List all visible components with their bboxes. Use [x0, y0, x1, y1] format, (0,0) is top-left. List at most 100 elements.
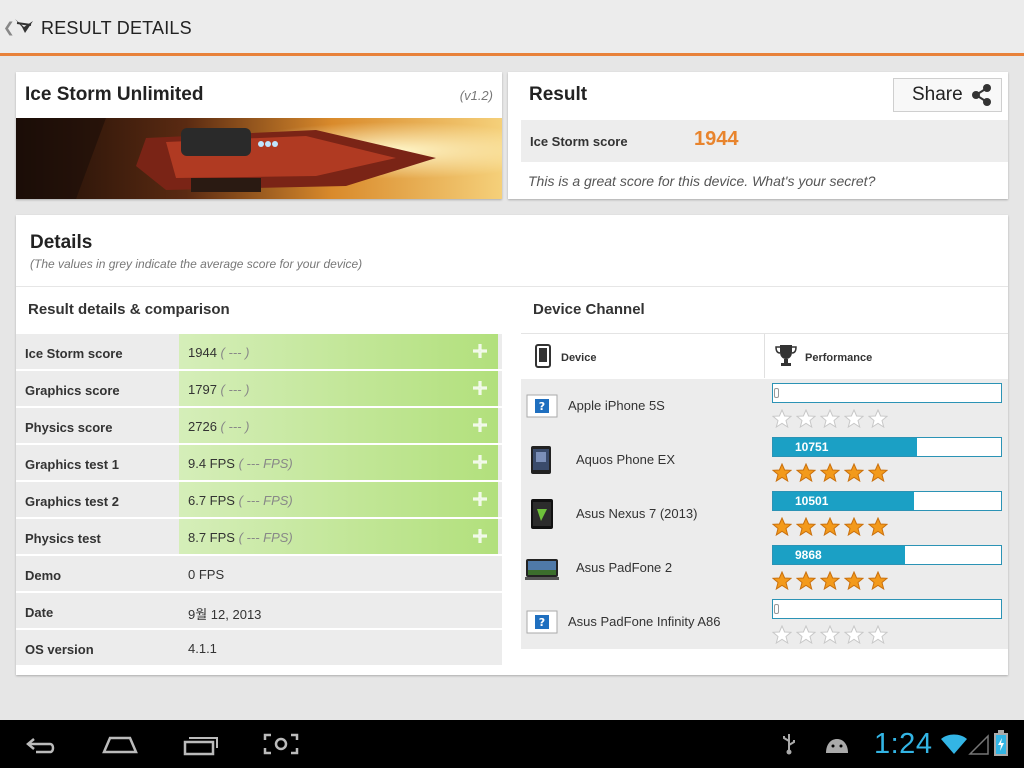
score-text: 8.7 FPS [188, 530, 235, 545]
expand-plus-icon[interactable] [471, 342, 489, 360]
device-row[interactable]: Asus Nexus 7 (2013) 10501 [521, 487, 1008, 541]
back-icon[interactable] [20, 730, 60, 758]
score-label: Ice Storm score [530, 134, 628, 149]
result-detail-row[interactable]: Graphics test 1 9.4 FPS ( --- FPS) [16, 445, 502, 482]
expand-plus-icon[interactable] [471, 527, 489, 545]
star-filled-icon [796, 463, 816, 483]
star-empty-icon [796, 409, 816, 429]
star-empty-icon [772, 625, 792, 645]
result-message: This is a great score for this device. W… [528, 173, 876, 189]
row-value: 9월 12, 2013 [188, 604, 261, 623]
star-rating [772, 517, 892, 537]
row-value-cell: 1797 ( --- ) [179, 371, 498, 406]
average-score: ( --- FPS) [238, 530, 293, 545]
result-detail-row[interactable]: Physics test 8.7 FPS ( --- FPS) [16, 519, 502, 556]
signal-icon [968, 734, 989, 755]
star-empty-icon [796, 625, 816, 645]
row-label: Ice Storm score [25, 346, 123, 361]
expand-plus-icon[interactable] [471, 416, 489, 434]
star-filled-icon [868, 571, 888, 591]
score-text: 1944 [188, 345, 217, 360]
star-filled-icon [820, 571, 840, 591]
star-filled-icon [772, 517, 792, 537]
empty-bar-marker [774, 604, 779, 614]
star-empty-icon [820, 625, 840, 645]
row-value-cell: 1944 ( --- ) [179, 334, 498, 369]
device-row[interactable]: ? Apple iPhone 5S [521, 379, 1008, 433]
wifi-icon [941, 734, 967, 754]
unknown-device-icon: ? [526, 394, 558, 418]
share-button[interactable]: Share [893, 78, 1002, 112]
star-filled-icon [844, 463, 864, 483]
row-label: Physics test [25, 531, 101, 546]
row-label: OS version [25, 642, 94, 657]
performance-column-header: Performance [805, 352, 873, 364]
share-label: Share [912, 84, 963, 105]
details-note: (The values in grey indicate the average… [30, 257, 363, 271]
performance-bar [772, 383, 1002, 403]
performance-cell: 10751 [765, 433, 1008, 487]
row-value: 4.1.1 [188, 641, 217, 656]
device-name: Asus PadFone 2 [576, 560, 673, 575]
star-empty-icon [844, 625, 864, 645]
expand-plus-icon[interactable] [471, 453, 489, 471]
row-value-cell: 8.7 FPS ( --- FPS) [179, 519, 498, 554]
performance-cell: 9868 [765, 541, 1008, 595]
result-detail-row: Demo 0 FPS [16, 556, 502, 593]
star-filled-icon [796, 571, 816, 591]
performance-cell [765, 379, 1008, 433]
row-value-cell: 6.7 FPS ( --- FPS) [179, 482, 498, 517]
row-value: 2726 ( --- ) [188, 419, 249, 434]
share-icon [971, 84, 991, 106]
device-row[interactable]: Asus PadFone 2 9868 [521, 541, 1008, 595]
device-channel-heading: Device Channel [533, 301, 645, 318]
performance-cell: 10501 [765, 487, 1008, 541]
star-rating [772, 409, 892, 429]
result-detail-row[interactable]: Physics score 2726 ( --- ) [16, 408, 502, 445]
result-detail-row[interactable]: Graphics test 2 6.7 FPS ( --- FPS) [16, 482, 502, 519]
clock: 1:24 [874, 728, 933, 760]
star-filled-icon [796, 517, 816, 537]
unknown-device-icon: ? [526, 610, 558, 634]
page-title: RESULT DETAILS [41, 18, 192, 38]
star-filled-icon [844, 571, 864, 591]
phone-thumbnail [531, 446, 551, 474]
device-row[interactable]: ? Asus PadFone Infinity A86 [521, 595, 1008, 649]
result-detail-row[interactable]: Graphics score 1797 ( --- ) [16, 371, 502, 408]
star-empty-icon [772, 409, 792, 429]
expand-plus-icon[interactable] [471, 379, 489, 397]
result-details-heading: Result details & comparison [28, 301, 230, 318]
home-icon[interactable] [100, 730, 140, 758]
ice-storm-score-row: Ice Storm score 1944 [521, 120, 1008, 162]
star-filled-icon [772, 571, 792, 591]
performance-bar: 9868 [772, 545, 1002, 565]
android-debug-icon [826, 739, 848, 753]
phone-icon [535, 344, 551, 368]
result-detail-row[interactable]: Ice Storm score 1944 ( --- ) [16, 334, 502, 371]
screenshot-icon[interactable] [261, 730, 301, 758]
device-row[interactable]: Aquos Phone EX 10751 [521, 433, 1008, 487]
row-value-cell: 2726 ( --- ) [179, 408, 498, 443]
average-score: ( --- FPS) [238, 493, 293, 508]
device-channel-header: Device Performance [521, 333, 1008, 378]
usb-icon [783, 734, 795, 755]
row-label: Physics score [25, 420, 113, 435]
device-name: Asus Nexus 7 (2013) [576, 506, 698, 521]
details-title: Details [30, 232, 93, 253]
device-column-header: Device [561, 352, 597, 364]
row-label: Date [25, 605, 54, 620]
recent-apps-icon[interactable] [181, 730, 221, 758]
row-value: 1944 ( --- ) [188, 345, 249, 360]
divider [16, 286, 1008, 287]
3dmark-logo-icon[interactable] [13, 15, 35, 37]
row-label: Graphics score [25, 383, 120, 398]
row-value-cell: 9월 12, 2013 [179, 593, 498, 628]
row-label: Graphics test 2 [25, 494, 119, 509]
star-empty-icon [820, 409, 840, 429]
empty-bar-marker [774, 388, 779, 398]
result-detail-row: Date 9월 12, 2013 [16, 593, 502, 630]
score-text: 4.1.1 [188, 641, 217, 656]
average-score: ( --- ) [220, 419, 250, 434]
expand-plus-icon[interactable] [471, 490, 489, 508]
star-empty-icon [868, 409, 888, 429]
